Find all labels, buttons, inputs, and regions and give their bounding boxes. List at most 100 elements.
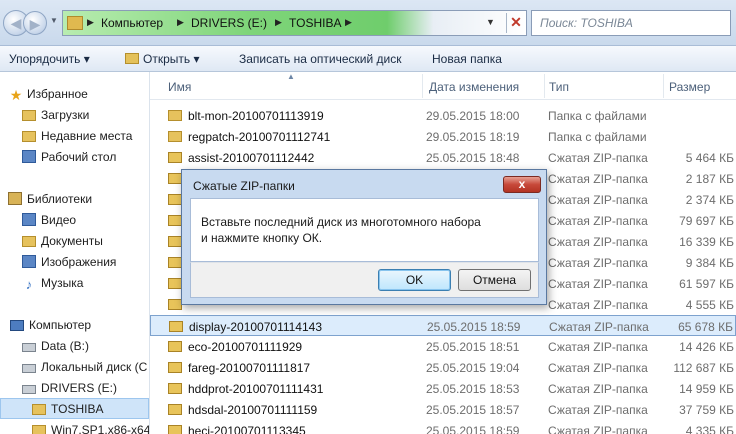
sidebar-item-win7[interactable]: Win7.SP1.x86-x64.I	[32, 423, 149, 434]
zip-folder-icon	[168, 173, 182, 184]
organize-button[interactable]: Упорядочить ▾	[9, 52, 90, 66]
file-row[interactable]: regpatch-20100701112741 29.05.2015 18:19 П…	[150, 126, 736, 147]
star-icon: ★	[9, 87, 23, 103]
close-icon[interactable]: ✕	[506, 13, 525, 33]
path-dropdown-icon[interactable]: ▼	[486, 17, 495, 27]
zip-folder-icon	[168, 215, 182, 226]
zip-folder-icon	[168, 362, 182, 373]
libraries-icon	[8, 192, 22, 205]
new-folder-button[interactable]: Новая папка	[432, 52, 502, 66]
zip-folder-icon	[168, 278, 182, 289]
dialog-button-bar: OK Отмена	[190, 262, 539, 298]
command-bar: Упорядочить ▾ Открыть ▾ Записать на опти…	[0, 46, 736, 72]
cancel-button[interactable]: Отмена	[458, 269, 531, 291]
sidebar-item-computer[interactable]: Компьютер	[10, 318, 91, 332]
file-row[interactable]: hdsdal-20100701111159 25.05.2015 18:57 Сжа…	[150, 399, 736, 420]
breadcrumb-drivers[interactable]: DRIVERS (E:)	[191, 16, 267, 30]
search-input[interactable]: Поиск: TOSHIBA	[531, 10, 731, 36]
sidebar-item-drivers-drive[interactable]: DRIVERS (E:)	[22, 381, 117, 395]
breadcrumb[interactable]: ▶ Компьютер ▶ DRIVERS (E:) ▶ TOSHIBA ▶ ▼…	[62, 10, 527, 36]
dialog-title: Сжатые ZIP-папки	[193, 179, 295, 193]
file-row-selected[interactable]: display-20100701114143 25.05.2015 18:59 Сж…	[150, 315, 736, 336]
file-row[interactable]: blt-mon-20100701113919 29.05.2015 18:00 Па…	[150, 105, 736, 126]
chevron-right-icon[interactable]: ▶	[177, 17, 184, 28]
folder-icon	[168, 131, 182, 142]
zip-folder-icon	[168, 236, 182, 247]
dialog-message-line: Вставьте последний диск из многотомного …	[201, 215, 481, 229]
column-divider[interactable]	[544, 74, 545, 98]
zip-folder-icon	[168, 425, 182, 434]
column-type[interactable]: Тип	[549, 80, 569, 94]
folder-icon	[168, 110, 182, 121]
column-divider[interactable]	[663, 74, 664, 98]
column-date[interactable]: Дата изменения	[429, 80, 519, 94]
folder-icon	[67, 16, 83, 30]
zip-folder-icon	[168, 257, 182, 268]
folder-icon	[32, 425, 46, 434]
file-row[interactable]: eco-20100701111929 25.05.2015 18:51 Сжатая…	[150, 336, 736, 357]
sidebar-item-documents[interactable]: Документы	[22, 234, 103, 248]
column-divider[interactable]	[422, 74, 423, 98]
music-note-icon: ♪	[25, 277, 33, 292]
sidebar-item-desktop[interactable]: Рабочий стол	[22, 150, 116, 164]
video-icon	[22, 213, 36, 226]
address-bar: ◀ ▶ ▼ ▶ Компьютер ▶ DRIVERS (E:) ▶ TOSHI…	[0, 0, 736, 46]
sidebar-item-toshiba[interactable]: TOSHIBA	[32, 402, 103, 416]
column-name[interactable]: Имя	[168, 80, 191, 94]
dialog-message-line: и нажмите кнопку ОК.	[201, 231, 323, 245]
zip-folder-icon	[168, 194, 182, 205]
dialog-close-button[interactable]: x	[503, 176, 541, 193]
recent-pages-dropdown[interactable]: ▼	[50, 16, 58, 25]
sidebar-item-local-drive[interactable]: Локальный диск (C	[22, 360, 147, 374]
downloads-folder-icon	[22, 110, 36, 121]
column-size[interactable]: Размер	[669, 80, 710, 94]
zip-folder-icon	[168, 404, 182, 415]
desktop-icon	[22, 150, 36, 163]
recent-places-icon	[22, 131, 36, 142]
drive-icon	[22, 343, 36, 352]
column-header: ▲ Имя Дата изменения Тип Размер	[150, 72, 736, 100]
breadcrumb-computer[interactable]: Компьютер	[101, 16, 163, 30]
sidebar-item-music[interactable]: ♪ Музыка	[22, 276, 84, 292]
drive-icon	[22, 385, 36, 394]
sidebar-item-data-drive[interactable]: Data (B:)	[22, 339, 89, 353]
sidebar-item-downloads[interactable]: Загрузки	[22, 108, 89, 122]
sidebar-item-video[interactable]: Видео	[22, 213, 76, 227]
file-row[interactable]: assist-20100701112442 25.05.2015 18:48 Сжа…	[150, 147, 736, 168]
chevron-right-icon[interactable]: ▶	[345, 17, 352, 28]
drive-icon	[22, 364, 36, 373]
documents-icon	[22, 236, 36, 247]
close-icon: x	[518, 177, 526, 191]
computer-icon	[10, 320, 24, 331]
zip-folder-icon	[168, 341, 182, 352]
arrow-right-icon: ▶	[29, 16, 41, 32]
forward-button[interactable]: ▶	[23, 11, 47, 35]
file-row[interactable]: heci-20100701113345 25.05.2015 18:59 Сжата…	[150, 420, 736, 434]
zip-folder-icon	[168, 299, 182, 310]
burn-button[interactable]: Записать на оптический диск	[239, 52, 402, 66]
dialog-message: Вставьте последний диск из многотомного …	[190, 198, 539, 262]
chevron-right-icon: ▶	[87, 17, 94, 27]
images-icon	[22, 255, 36, 268]
zip-dialog: Сжатые ZIP-папки x Вставьте последний ди…	[181, 169, 547, 305]
folder-icon	[32, 404, 46, 415]
chevron-right-icon[interactable]: ▶	[275, 17, 282, 28]
sidebar-item-recent[interactable]: Недавние места	[22, 129, 132, 143]
arrow-left-icon: ◀	[10, 15, 22, 31]
sidebar-item-libraries[interactable]: Библиотеки	[8, 192, 92, 206]
sidebar-item-images[interactable]: Изображения	[22, 255, 116, 269]
open-button[interactable]: Открыть ▾	[125, 52, 199, 66]
file-row[interactable]: fareg-20100701111817 25.05.2015 19:04 Сжат…	[150, 357, 736, 378]
ok-button[interactable]: OK	[378, 269, 451, 291]
zip-folder-icon	[169, 321, 183, 332]
search-placeholder: Поиск: TOSHIBA	[540, 16, 633, 30]
sidebar-item-favorites[interactable]: ★ Избранное	[8, 87, 88, 103]
zip-folder-icon	[168, 152, 182, 163]
sort-ascending-icon: ▲	[287, 72, 295, 81]
navigation-pane: ★ Избранное Загрузки Недавние места Рабоч…	[0, 72, 150, 434]
open-label: Открыть ▾	[143, 52, 200, 66]
folder-open-icon	[125, 53, 139, 64]
file-row[interactable]: hddprot-20100701111431 25.05.2015 18:53 Сж…	[150, 378, 736, 399]
breadcrumb-toshiba[interactable]: TOSHIBA	[289, 16, 341, 30]
zip-folder-icon	[168, 383, 182, 394]
